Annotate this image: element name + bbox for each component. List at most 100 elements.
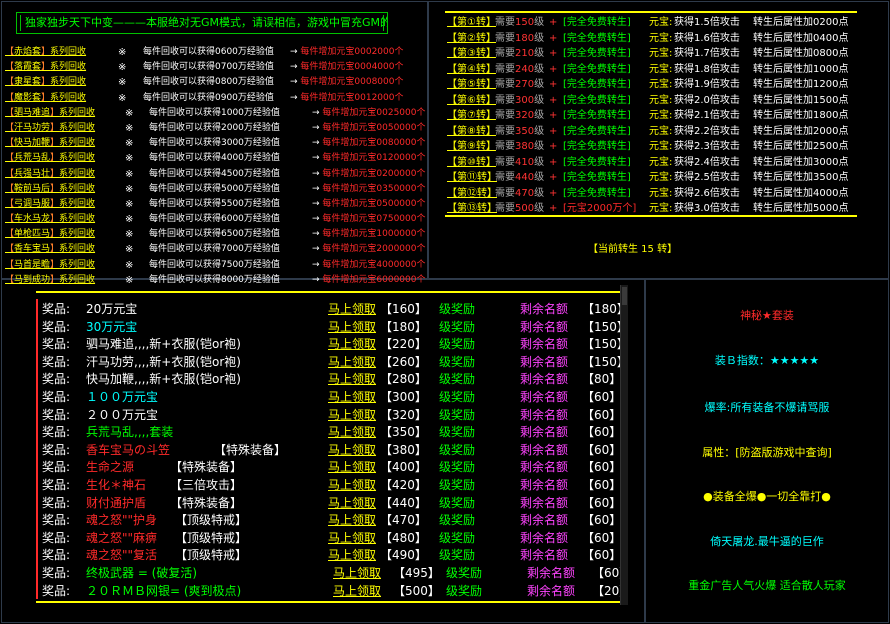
recycle-row: 【兵荒马乱】系列回收 ※ 每件回收可以获得4000万经验值 → 每件增加元宝01200… (5, 151, 426, 166)
rebirth-requirement: 需要240级 (495, 62, 544, 78)
req-level: 410 (515, 156, 535, 168)
rebirth-level-link[interactable]: 【第⑤转】 (447, 77, 496, 93)
reward-level-label: 级奖励 (439, 302, 476, 316)
bonus-attribute: 转生后属性加2500点 (753, 141, 849, 152)
recycle-mark: ※ (125, 107, 134, 119)
bracket-open: 【 (5, 274, 15, 285)
recycle-set-link[interactable]: 【隶星套】系列回收 (5, 75, 86, 90)
recycle-set-link[interactable]: 【弓调马服】系列回收 (5, 197, 95, 212)
bracket-close: 】 (50, 274, 60, 285)
recycle-exp: 每件回收可以获得7500万经验值 (149, 259, 280, 270)
rebirth-level-link[interactable]: 【第⑥转】 (447, 93, 496, 109)
recycle-mark: ※ (125, 214, 134, 226)
reward-label: 奖品: (42, 583, 71, 598)
recycle-set-name: 汗马功劳 (14, 122, 51, 133)
recycle-set-link[interactable]: 【鞍前马后】系列回收 (5, 182, 95, 197)
bracket-close: 】 (50, 259, 60, 270)
plus-icon: + (549, 63, 558, 75)
remaining-label: 剩余名额 (520, 460, 569, 475)
remaining-count: 【60】 (582, 513, 622, 528)
recycle-mark: ※ (118, 77, 127, 89)
claim-button[interactable]: 马上领取 (328, 530, 376, 548)
reward-level: 【280】 (380, 372, 427, 387)
rebirth-level-link[interactable]: 【第⑪转】 (447, 170, 497, 186)
plus-icon: + (549, 94, 558, 106)
recycle-suffix: 系列回收 (59, 214, 96, 225)
remaining-label: 剩余名额 (520, 407, 569, 422)
remaining-label: 剩余名额 (520, 513, 569, 528)
bracket-open: 【 (5, 259, 15, 270)
rebirth-divider (445, 215, 857, 217)
rebirth-level-link[interactable]: 【第⑨转】 (447, 139, 496, 155)
bonus-attack: 获得1.6倍攻击 (674, 32, 740, 44)
claim-button[interactable]: 马上领取 (328, 336, 376, 354)
recycle-set-link[interactable]: 【落霞套】系列回收 (5, 60, 86, 75)
recycle-set-name: 魔影套 (14, 92, 42, 103)
remaining-label: 剩余名额 (520, 354, 569, 369)
rewards-list: 奖品: 20万元宝 马上领取 【160】 级奖励 剩余名额 【180】 奖品: 30万元宝 马上领… (36, 291, 631, 601)
reward-level-label: 级奖励 (439, 442, 476, 457)
reward-tag: 【顶级特戒】 (175, 530, 248, 545)
recycle-gold-text: 每件增加元宝0350000个 (322, 183, 426, 194)
claim-button[interactable]: 马上领取 (328, 512, 376, 530)
reward-level-label: 级奖励 (439, 495, 476, 510)
remaining-count: 【60】 (582, 442, 622, 457)
claim-button[interactable]: 马上领取 (328, 424, 376, 442)
recycle-set-link[interactable]: 【香车宝马】系列回收 (5, 242, 95, 257)
recycle-gold-text: 每件增加元宝0025000个 (322, 107, 426, 118)
claim-button[interactable]: 马上领取 (328, 371, 376, 389)
rebirth-level-link[interactable]: 【第⑧转】 (447, 124, 496, 140)
recycle-set-link[interactable]: 【汗马功劳】系列回收 (5, 121, 95, 136)
claim-button[interactable]: 马上领取 (328, 389, 376, 407)
recycle-gold-text: 每件增加元宝0080000个 (322, 138, 426, 149)
req-level: 210 (515, 48, 535, 59)
recycle-set-link[interactable]: 【赤焰套】系列回收 (5, 45, 86, 60)
req-prefix: 需要 (495, 156, 515, 168)
recycle-suffix: 系列回收 (59, 153, 96, 164)
claim-button[interactable]: 马上领取 (328, 319, 376, 337)
claim-button[interactable]: 马上领取 (328, 477, 376, 495)
bonus-label: 元宝: (649, 63, 673, 75)
recycle-set-link[interactable]: 【马首是瞻】系列回收 (5, 258, 95, 273)
rebirth-level-link[interactable]: 【第⑦转】 (447, 108, 496, 124)
req-suffix: 级 (534, 110, 545, 121)
recycle-set-link[interactable]: 【车水马龙】系列回收 (5, 212, 95, 227)
recycle-row: 【快马加鞭】系列回收 ※ 每件回收可以获得3000万经验值 → 每件增加元宝00800… (5, 136, 426, 151)
recycle-set-link[interactable]: 【魔影套】系列回收 (5, 91, 86, 106)
claim-button[interactable]: 马上领取 (328, 354, 376, 372)
server-info-item: 神秘★套装 (740, 309, 794, 322)
recycle-set-link[interactable]: 【单枪匹马】系列回收 (5, 227, 95, 242)
recycle-exp: 每件回收可以获得5000万经验值 (149, 183, 280, 194)
claim-button[interactable]: 马上领取 (328, 547, 376, 565)
reward-label: 奖品: (42, 548, 71, 563)
rebirth-row: 【第⑫转】 需要470级 + [完全免费转生] 元宝: 获得2.6倍攻击 转生后属性加400… (445, 186, 857, 202)
recycle-set-link[interactable]: 【兵强马壮】系列回收 (5, 167, 95, 182)
recycle-set-link[interactable]: 【快马加鞭】系列回收 (5, 136, 95, 151)
claim-button[interactable]: 马上领取 (328, 495, 376, 513)
claim-button[interactable]: 马上领取 (328, 459, 376, 477)
rebirth-level-link[interactable]: 【第①转】 (447, 15, 496, 31)
claim-button[interactable]: 马上领取 (333, 583, 381, 601)
recycle-gold-text: 每件增加元宝0012000个 (300, 92, 404, 103)
recycle-set-link[interactable]: 【兵荒马乱】系列回收 (5, 151, 95, 166)
recycle-set-link[interactable]: 【马到成功】系列回收 (5, 273, 95, 288)
claim-button[interactable]: 马上领取 (328, 442, 376, 460)
scrollbar-thumb[interactable] (622, 287, 627, 305)
req-prefix: 需要 (495, 79, 515, 90)
rebirth-level-link[interactable]: 【第③转】 (447, 46, 496, 62)
claim-button[interactable]: 马上领取 (328, 407, 376, 425)
rebirth-level-link[interactable]: 【第⑫转】 (447, 186, 497, 202)
bracket-open: 【 (5, 153, 15, 164)
bonus-attribute: 转生后属性加4000点 (753, 187, 849, 199)
recycle-set-link[interactable]: 【驷马难追】系列回收 (5, 106, 95, 121)
rewards-scrollbar[interactable] (620, 285, 628, 605)
rebirth-level-link[interactable]: 【第④转】 (447, 62, 496, 78)
reward-row: 奖品: 财付通护盾 【特殊装备】 马上领取 【440】 级奖励 剩余名额 【60】 (36, 495, 624, 513)
rebirth-level-link[interactable]: 【第②转】 (447, 31, 496, 47)
reward-label: 奖品: (42, 460, 71, 475)
claim-button[interactable]: 马上领取 (333, 565, 381, 583)
bonus-attribute: 转生后属性加3500点 (753, 172, 849, 183)
rebirth-requirement: 需要470级 (495, 186, 544, 202)
claim-button[interactable]: 马上领取 (328, 301, 376, 319)
rebirth-level-link[interactable]: 【第⑩转】 (447, 155, 496, 171)
